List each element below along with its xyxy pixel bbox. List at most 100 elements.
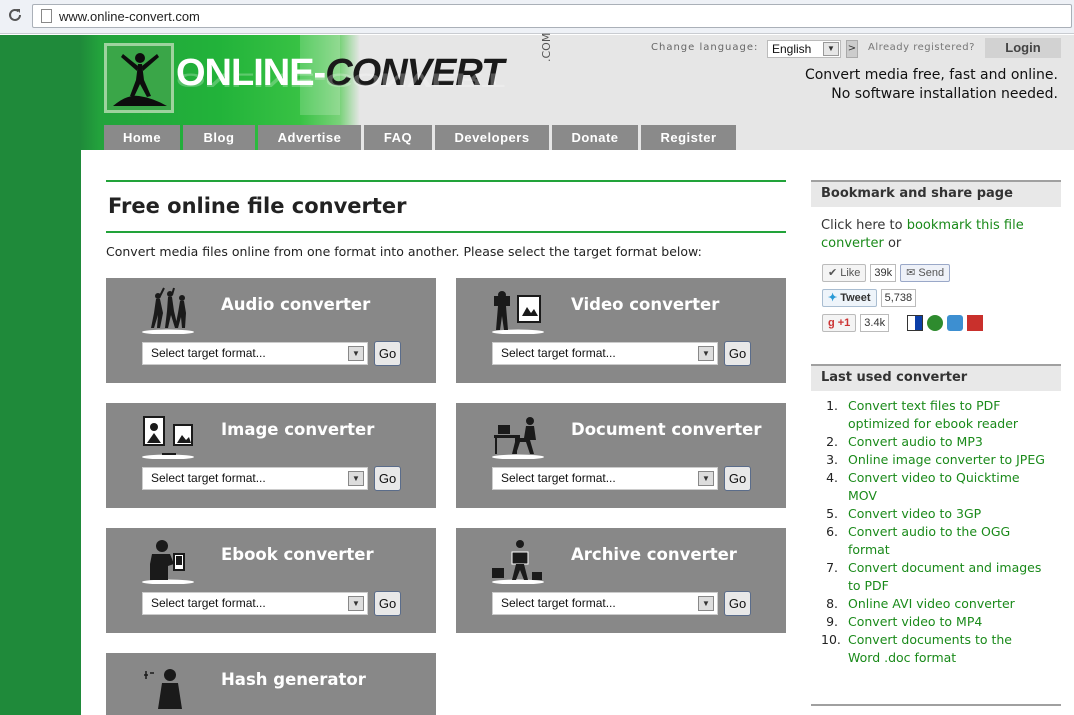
facebook-share-row: ✔ Like 39k ✉ Send	[822, 264, 951, 282]
last-used-link-line: Convert video to Quicktime	[848, 470, 1020, 485]
ebook-converter-card: Ebook converter Select target format... …	[106, 528, 436, 633]
archive-format-select[interactable]: Select target format... ▼	[492, 592, 718, 615]
hash-generator-card: Hash generator	[106, 653, 436, 715]
last-used-link[interactable]: Convert video to 3GP	[848, 505, 981, 523]
like-button[interactable]: ✔ Like	[822, 264, 867, 282]
logo-emblem[interactable]	[104, 43, 174, 113]
last-used-link-line: Convert audio to the OGG	[848, 524, 1011, 539]
main-nav: Home Blog Advertise FAQ Developers Donat…	[104, 125, 736, 150]
box-carrier-icon	[492, 540, 544, 584]
last-used-link[interactable]: Online image converter to JPEG	[848, 451, 1045, 469]
tweet-button[interactable]: ✦ Tweet	[822, 289, 877, 307]
last-used-link[interactable]: Convert documents to the Word .doc format	[848, 631, 1012, 667]
login-button[interactable]: Login	[985, 38, 1061, 58]
ebook-go-button[interactable]: Go	[374, 591, 401, 616]
nav-faq[interactable]: FAQ	[364, 125, 432, 150]
audio-go-button[interactable]: Go	[374, 341, 401, 366]
last-used-link-line: optimized for ebook reader	[848, 416, 1019, 431]
image-go-button[interactable]: Go	[374, 466, 401, 491]
browser-toolbar: www.online-convert.com	[0, 0, 1074, 34]
tagline-line-1: Convert media free, fast and online.	[804, 67, 1058, 83]
last-used-item[interactable]: 3. Online image converter to JPEG	[821, 451, 1051, 469]
stumbleupon-icon[interactable]	[927, 315, 944, 331]
last-used-link-line: Convert audio to MP3	[848, 434, 983, 449]
tagline-line-2: No software installation needed.	[831, 86, 1058, 102]
chevron-down-icon[interactable]: ▼	[698, 346, 714, 361]
last-used-link[interactable]: Convert video to Quicktime MOV	[848, 469, 1020, 505]
chevron-down-icon[interactable]: ▼	[348, 471, 364, 486]
last-used-item[interactable]: 5. Convert video to 3GP	[821, 505, 1051, 523]
last-used-item[interactable]: 2. Convert audio to MP3	[821, 433, 1051, 451]
last-used-link-line: Online image converter to JPEG	[848, 452, 1045, 467]
last-used-item[interactable]: 1. Convert text files to PDF optimized for…	[821, 397, 1051, 433]
last-used-title: Last used converter	[811, 366, 1061, 391]
image-format-select[interactable]: Select target format... ▼	[142, 467, 368, 490]
last-used-link-line: format	[848, 542, 890, 557]
bookmark-text: Click here to bookmark this file convert…	[821, 218, 1024, 251]
list-number: 5.	[826, 506, 838, 521]
card-title: Archive converter	[571, 545, 737, 564]
last-used-item[interactable]: 9. Convert video to MP4	[821, 613, 1051, 631]
card-title: Document converter	[571, 420, 762, 439]
chevron-down-icon[interactable]: ▼	[698, 596, 714, 611]
chevron-down-icon[interactable]: ▼	[698, 471, 714, 486]
language-go-button[interactable]: >	[846, 40, 858, 58]
nav-home[interactable]: Home	[104, 125, 180, 150]
last-used-link[interactable]: Online AVI video converter	[848, 595, 1015, 613]
last-used-item[interactable]: 4. Convert video to Quicktime MOV	[821, 469, 1051, 505]
last-used-link[interactable]: Convert audio to the OGG format	[848, 523, 1010, 559]
send-button[interactable]: ✉ Send	[900, 264, 951, 282]
last-used-link[interactable]: Convert document and images to PDF	[848, 559, 1041, 595]
nav-developers[interactable]: Developers	[435, 125, 549, 150]
last-used-link-line: Word .doc format	[848, 650, 957, 665]
delicious-icon[interactable]	[907, 315, 924, 331]
language-selected: English	[772, 42, 812, 56]
card-title: Image converter	[221, 420, 375, 439]
audio-format-select[interactable]: Select target format... ▼	[142, 342, 368, 365]
thumbs-up-icon: ✔	[828, 267, 838, 279]
nav-donate[interactable]: Donate	[552, 125, 638, 150]
last-used-item[interactable]: 10. Convert documents to the Word .doc for…	[821, 631, 1051, 667]
document-format-select[interactable]: Select target format... ▼	[492, 467, 718, 490]
language-select[interactable]: English ▼	[767, 40, 841, 58]
archive-converter-card: Archive converter Select target format..…	[456, 528, 786, 633]
last-used-link[interactable]: Convert video to MP4	[848, 613, 982, 631]
video-format-select[interactable]: Select target format... ▼	[492, 342, 718, 365]
list-number: 10.	[821, 632, 841, 647]
last-used-link-line: Convert documents to the	[848, 632, 1012, 647]
nav-blog[interactable]: Blog	[183, 125, 255, 150]
ebook-format-select[interactable]: Select target format... ▼	[142, 592, 368, 615]
nav-advertise[interactable]: Advertise	[258, 125, 361, 150]
list-number: 3.	[826, 452, 838, 467]
desk-worker-icon	[492, 417, 544, 459]
last-used-item[interactable]: 8. Online AVI video converter	[821, 595, 1051, 613]
last-used-item[interactable]: 7. Convert document and images to PDF	[821, 559, 1051, 595]
nav-register[interactable]: Register	[641, 125, 736, 150]
last-used-link[interactable]: Convert text files to PDF optimized for e…	[848, 397, 1018, 433]
people-icon[interactable]	[947, 315, 964, 331]
address-bar[interactable]: www.online-convert.com	[32, 4, 1072, 28]
ebook-reader-icon	[142, 540, 194, 584]
twitter-bird-icon: ✦	[828, 292, 838, 304]
document-go-button[interactable]: Go	[724, 466, 751, 491]
weibo-icon[interactable]	[967, 315, 984, 331]
audio-converter-card: Audio converter Select target format... …	[106, 278, 436, 383]
title-rule-top	[106, 180, 786, 182]
archive-go-button[interactable]: Go	[724, 591, 751, 616]
last-used-link-line: Convert document and images	[848, 560, 1042, 575]
last-used-link[interactable]: Convert audio to MP3	[848, 433, 983, 451]
chevron-down-icon[interactable]: ▼	[348, 596, 364, 611]
last-used-link-line: Convert video to MP4	[848, 614, 983, 629]
tagline: Convert media free, fast and online. No …	[805, 66, 1058, 104]
change-language-label: Change language:	[651, 42, 759, 53]
last-used-item[interactable]: 6. Convert audio to the OGG format	[821, 523, 1051, 559]
plusone-button[interactable]: g +1	[822, 314, 857, 332]
list-number: 6.	[826, 524, 838, 539]
chevron-down-icon[interactable]: ▼	[823, 42, 839, 56]
reload-icon[interactable]	[6, 6, 24, 24]
url-text: www.online-convert.com	[59, 9, 200, 24]
list-number: 4.	[826, 470, 838, 485]
video-go-button[interactable]: Go	[724, 341, 751, 366]
twitter-share-row: ✦ Tweet 5,738	[822, 289, 917, 307]
chevron-down-icon[interactable]: ▼	[348, 346, 364, 361]
